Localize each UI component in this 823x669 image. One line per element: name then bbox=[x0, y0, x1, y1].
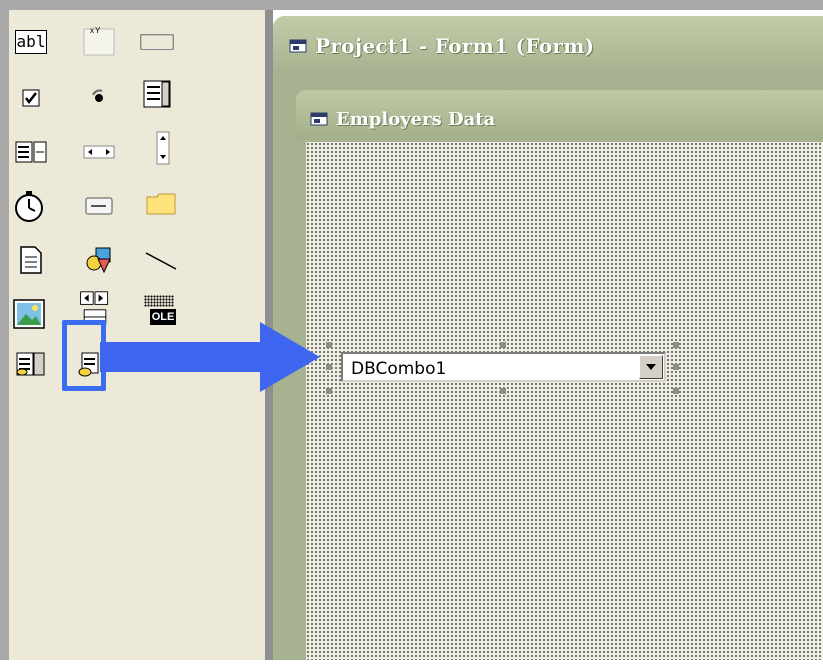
resize-handle-e[interactable] bbox=[673, 364, 679, 370]
resize-handle-w[interactable] bbox=[326, 364, 332, 370]
label-icon[interactable]: xY bbox=[81, 22, 117, 58]
outer-frame-top bbox=[0, 0, 823, 10]
mdi-title-bar[interactable]: Project1 - Form1 (Form) bbox=[273, 16, 823, 72]
mdi-window-title: Project1 - Form1 (Form) bbox=[315, 34, 595, 58]
resize-handle-nw[interactable] bbox=[326, 342, 332, 348]
dbcombo-field[interactable]: DBCombo1 bbox=[341, 352, 666, 382]
svg-text:x: x bbox=[90, 26, 94, 35]
resize-handle-se[interactable] bbox=[673, 388, 679, 394]
listbox-icon[interactable] bbox=[139, 76, 175, 112]
line-icon[interactable] bbox=[143, 242, 179, 278]
vscrollbar-icon[interactable] bbox=[145, 130, 181, 166]
form-design-grid[interactable] bbox=[306, 142, 823, 660]
timer-icon[interactable] bbox=[11, 188, 47, 224]
dblist-icon[interactable] bbox=[13, 346, 49, 382]
form-window-title: Employers Data bbox=[336, 109, 496, 130]
window-icon bbox=[289, 39, 307, 58]
form-title-bar[interactable]: Employers Data bbox=[296, 90, 823, 140]
dropdown-button[interactable] bbox=[639, 355, 663, 379]
checkbox-icon[interactable] bbox=[13, 80, 49, 116]
textbox-icon[interactable]: abl bbox=[13, 24, 49, 60]
form-window-icon bbox=[310, 112, 328, 131]
resize-handle-n[interactable] bbox=[500, 342, 506, 348]
image-icon[interactable] bbox=[11, 296, 47, 332]
resize-handle-ne[interactable] bbox=[673, 342, 679, 348]
arrow-right-icon bbox=[100, 322, 320, 392]
outer-frame-left bbox=[0, 0, 9, 660]
option-button-icon[interactable] bbox=[81, 80, 117, 116]
resize-handle-s[interactable] bbox=[500, 388, 506, 394]
dbcombo-value: DBCombo1 bbox=[351, 359, 447, 379]
shape-icon[interactable] bbox=[81, 242, 117, 278]
dir-listbox-icon[interactable] bbox=[143, 186, 179, 222]
textbox-icon-label: abl bbox=[15, 30, 47, 54]
svg-text:Y: Y bbox=[95, 26, 101, 35]
resize-handle-sw[interactable] bbox=[326, 388, 332, 394]
file-listbox-icon[interactable] bbox=[13, 242, 49, 278]
drive-listbox-icon[interactable] bbox=[81, 188, 117, 224]
bottom-margin bbox=[0, 660, 823, 669]
hscrollbar-icon[interactable] bbox=[81, 134, 117, 170]
frame-icon[interactable] bbox=[139, 24, 175, 60]
combobox-icon[interactable] bbox=[13, 134, 49, 170]
dbcombo-control[interactable]: DBCombo1 bbox=[326, 342, 679, 394]
chevron-down-icon bbox=[646, 364, 656, 370]
